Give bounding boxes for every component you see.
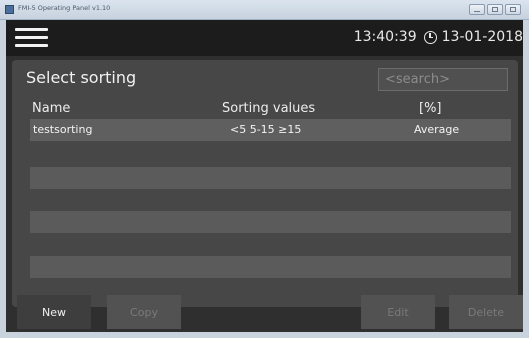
close-button[interactable]: [505, 4, 521, 15]
row-sorting-values: <5 5-15 ≥15: [230, 123, 302, 136]
datetime-display: 13:40:39 13-01-2018: [354, 29, 523, 45]
clock-icon: [423, 30, 437, 44]
empty-row: [30, 211, 511, 233]
column-header-percent: [%]: [419, 101, 442, 116]
maximize-button[interactable]: [487, 4, 503, 15]
sorting-panel: Select sorting <search> Name Sorting val…: [12, 60, 518, 307]
table-row[interactable]: testsorting <5 5-15 ≥15 Average: [30, 119, 511, 141]
panel-title: Select sorting: [26, 68, 137, 87]
window-title: FMI-5 Operating Panel v1.10: [18, 4, 111, 12]
copy-button[interactable]: Copy: [107, 295, 181, 329]
row-name: testsorting: [33, 123, 93, 136]
edit-button[interactable]: Edit: [361, 295, 435, 329]
minimize-button[interactable]: [469, 4, 485, 15]
time-text: 13:40:39: [353, 29, 417, 45]
search-input[interactable]: <search>: [378, 68, 508, 91]
app-container: 13:40:39 13-01-2018 Select sorting <sear…: [6, 20, 523, 332]
empty-row: [30, 256, 511, 278]
row-percent: Average: [414, 123, 460, 136]
window-controls: [469, 4, 521, 15]
window-titlebar: FMI-5 Operating Panel v1.10: [0, 0, 529, 20]
close-icon: [510, 7, 516, 12]
delete-button[interactable]: Delete: [449, 295, 523, 329]
button-bar: New Copy Edit Delete: [6, 295, 523, 332]
column-header-sorting-values: Sorting values: [222, 101, 316, 116]
empty-row: [30, 167, 511, 189]
column-header-name: Name: [32, 101, 71, 116]
menu-icon[interactable]: [15, 27, 49, 49]
new-button[interactable]: New: [17, 295, 91, 329]
minimize-icon: [474, 10, 480, 12]
maximize-icon: [492, 7, 498, 12]
app-icon: [5, 5, 14, 14]
date-text: 13-01-2018: [441, 29, 523, 45]
top-bar: 13:40:39 13-01-2018: [6, 20, 523, 56]
